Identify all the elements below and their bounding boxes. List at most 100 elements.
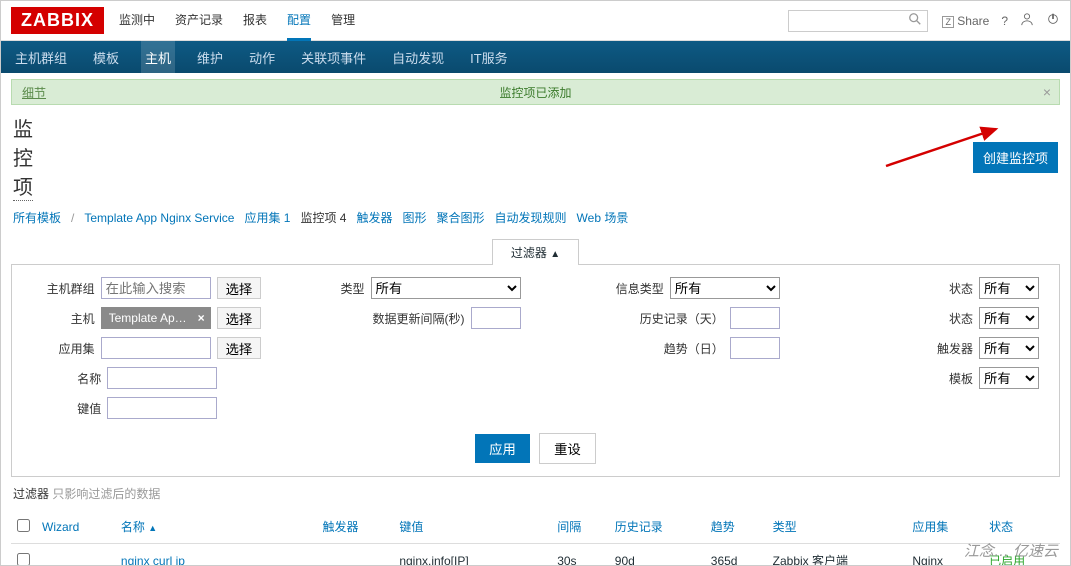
update-label: 数据更新间隔(秒) xyxy=(373,310,465,327)
cell-history: 90d xyxy=(609,544,705,566)
top-right: Z Share ? xyxy=(942,12,1060,29)
subnav: 主机群组 模板 主机 维护 动作 关联项事件 自动发现 IT服务 xyxy=(1,41,1070,73)
name-label: 名称 xyxy=(77,370,101,387)
reset-button[interactable]: 重设 xyxy=(539,433,596,464)
search-icon[interactable] xyxy=(908,12,922,29)
cell-interval: 30s xyxy=(551,544,609,566)
bc-web[interactable]: Web 场景 xyxy=(577,209,629,226)
bc-items: 监控项 4 xyxy=(300,209,346,226)
subnav-actions[interactable]: 动作 xyxy=(245,40,279,75)
bc-template[interactable]: Template App Nginx Service xyxy=(84,211,234,225)
appset-select-button[interactable]: 选择 xyxy=(217,337,262,359)
type-label: 类型 xyxy=(340,280,364,297)
appset-label: 应用集 xyxy=(59,340,95,357)
logo: ZABBIX xyxy=(11,7,104,34)
subnav-itservice[interactable]: IT服务 xyxy=(466,40,512,75)
name-input[interactable] xyxy=(107,367,217,389)
filter-toggle-button[interactable]: 过滤器 ▲ xyxy=(492,239,579,265)
trend-input[interactable] xyxy=(730,337,780,359)
col-status[interactable]: 状态 xyxy=(983,510,1060,544)
subnav-templates[interactable]: 模板 xyxy=(89,40,123,75)
share-link[interactable]: Z Share xyxy=(942,14,989,28)
topnav-monitoring[interactable]: 监测中 xyxy=(119,1,155,41)
row-checkbox[interactable] xyxy=(17,553,30,566)
select-all-checkbox[interactable] xyxy=(17,519,30,532)
page-header: 监控项 创建监控项 xyxy=(1,105,1070,205)
subnav-hosts[interactable]: 主机 xyxy=(141,40,175,75)
sort-asc-icon: ▲ xyxy=(148,523,157,533)
breadcrumb: 所有模板 / Template App Nginx Service 应用集 1 … xyxy=(1,205,1070,234)
hostgroup-select-button[interactable]: 选择 xyxy=(217,277,262,299)
col-trends[interactable]: 趋势 xyxy=(705,510,767,544)
success-message: 监控项已添加 xyxy=(499,84,571,101)
update-input[interactable] xyxy=(471,307,521,329)
search-input[interactable] xyxy=(788,10,928,32)
watermark: 江念… 亿速云 xyxy=(964,540,1058,561)
host-chip[interactable]: Template App N...× xyxy=(101,307,211,329)
state1-select[interactable]: 所有 xyxy=(979,277,1039,299)
chevron-up-icon: ▲ xyxy=(550,249,560,260)
bc-aggregates[interactable]: 聚合图形 xyxy=(437,209,485,226)
col-history[interactable]: 历史记录 xyxy=(609,510,705,544)
topnav-config[interactable]: 配置 xyxy=(287,1,311,41)
item-name-link[interactable]: nginx curl ip xyxy=(121,554,185,566)
col-type[interactable]: 类型 xyxy=(767,510,907,544)
help-icon[interactable]: ? xyxy=(1001,14,1008,28)
hostgroup-input[interactable] xyxy=(101,277,211,299)
subnav-hostgroups[interactable]: 主机群组 xyxy=(11,40,71,75)
cell-type: Zabbix 客户端 xyxy=(767,544,907,566)
hostgroup-label: 主机群组 xyxy=(47,280,95,297)
host-label: 主机 xyxy=(71,310,95,327)
create-item-button[interactable]: 创建监控项 xyxy=(973,142,1058,173)
template-select[interactable]: 所有 xyxy=(979,367,1039,389)
power-icon[interactable] xyxy=(1046,12,1060,29)
filter-toggle-row: 过滤器 ▲ xyxy=(1,238,1070,264)
topnav: 监测中 资产记录 报表 配置 管理 xyxy=(119,1,788,41)
bc-discovery[interactable]: 自动发现规则 xyxy=(495,209,567,226)
page-title: 监控项 xyxy=(13,113,33,201)
cell-trends: 365d xyxy=(705,544,767,566)
bc-apps[interactable]: 应用集 1 xyxy=(244,209,290,226)
col-key[interactable]: 键值 xyxy=(393,510,551,544)
col-triggers[interactable]: 触发器 xyxy=(317,510,394,544)
items-table: Wizard 名称 ▲ 触发器 键值 间隔 历史记录 趋势 类型 应用集 状态 … xyxy=(11,510,1060,566)
topnav-reports[interactable]: 报表 xyxy=(243,1,267,41)
history-input[interactable] xyxy=(730,307,780,329)
type-select[interactable]: 所有 xyxy=(371,277,521,299)
state2-select[interactable]: 所有 xyxy=(979,307,1039,329)
infotype-select[interactable]: 所有 xyxy=(670,277,780,299)
key-label: 键值 xyxy=(77,400,101,417)
subnav-correlation[interactable]: 关联项事件 xyxy=(297,40,370,75)
bc-triggers[interactable]: 触发器 xyxy=(356,209,392,226)
state2-label: 状态 xyxy=(949,310,973,327)
apply-button[interactable]: 应用 xyxy=(475,434,530,463)
host-select-button[interactable]: 选择 xyxy=(217,307,262,329)
bc-graphs[interactable]: 图形 xyxy=(402,209,426,226)
col-wizard[interactable]: Wizard xyxy=(36,510,115,544)
template-label: 模板 xyxy=(949,370,973,387)
trigger-select[interactable]: 所有 xyxy=(979,337,1039,359)
appset-input[interactable] xyxy=(101,337,211,359)
col-name[interactable]: 名称 ▲ xyxy=(115,510,317,544)
col-appset[interactable]: 应用集 xyxy=(906,510,983,544)
topnav-inventory[interactable]: 资产记录 xyxy=(175,1,223,41)
state1-label: 状态 xyxy=(949,280,973,297)
filter-panel: 主机群组 选择 类型 所有 信息类型 所有 状态 所有 主机 Template … xyxy=(11,264,1060,477)
filter-note: 过滤器 只影响过滤后的数据 xyxy=(1,477,1070,510)
subnav-discovery[interactable]: 自动发现 xyxy=(388,40,448,75)
table-row: nginx curl ip nginx.info[IP]30s90d365dZab… xyxy=(11,544,1060,566)
success-detail-link[interactable]: 细节 xyxy=(22,84,46,101)
trend-label: 趋势（日） xyxy=(664,340,724,357)
chip-remove-icon[interactable]: × xyxy=(198,311,205,325)
subnav-maintenance[interactable]: 维护 xyxy=(193,40,227,75)
close-icon[interactable]: × xyxy=(1043,84,1051,100)
trigger-label: 触发器 xyxy=(937,340,973,357)
cell-key: nginx.info[IP] xyxy=(393,544,551,566)
col-interval[interactable]: 间隔 xyxy=(551,510,609,544)
user-icon[interactable] xyxy=(1020,12,1034,29)
bc-all-templates[interactable]: 所有模板 xyxy=(13,209,61,226)
history-label: 历史记录（天） xyxy=(640,310,724,327)
key-input[interactable] xyxy=(107,397,217,419)
topnav-admin[interactable]: 管理 xyxy=(331,1,355,41)
infotype-label: 信息类型 xyxy=(616,280,664,297)
